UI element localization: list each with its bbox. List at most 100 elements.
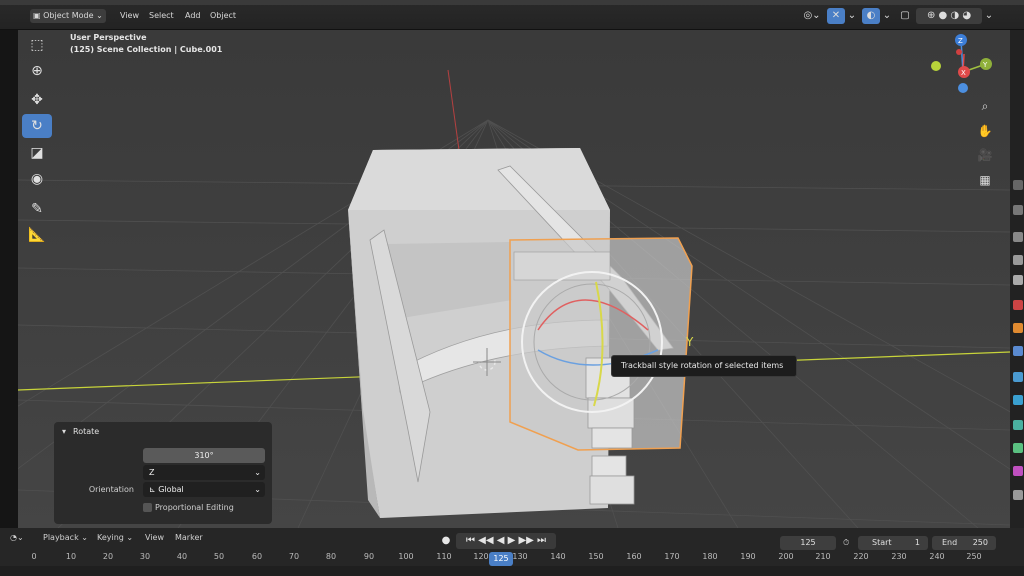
timeline-tick: 80 <box>325 552 337 561</box>
render-tab-icon[interactable] <box>1013 205 1023 215</box>
gizmo-x-label: X <box>961 69 966 77</box>
tooltip: Trackball style rotation of selected ite… <box>611 355 797 377</box>
transform-icon[interactable]: ◉ <box>22 167 52 191</box>
timeline-tick: 210 <box>815 552 831 561</box>
menu-view[interactable]: View <box>117 9 142 23</box>
texture-tab-icon[interactable] <box>1013 490 1023 500</box>
timeline-tick: 240 <box>929 552 945 561</box>
menu-add[interactable]: Add <box>182 9 204 23</box>
select-box-icon[interactable]: ⬚ <box>22 33 52 57</box>
annotate-icon[interactable]: ✎ <box>22 197 52 221</box>
output-tab-icon[interactable] <box>1013 232 1023 242</box>
view-layer-tab-icon[interactable] <box>1013 255 1023 265</box>
start-value: 1 <box>914 538 920 547</box>
orientation-value: Global <box>158 485 184 494</box>
timeline-menu-keying[interactable]: Keying ⌄ <box>97 531 133 545</box>
timeline-tick: 100 <box>398 552 414 561</box>
end-frame-field[interactable]: End 250 <box>932 536 996 550</box>
mode-selector[interactable]: ▣ Object Mode ⌄ <box>30 9 106 23</box>
start-label: Start <box>872 538 892 547</box>
panel-title[interactable]: Rotate <box>73 427 99 436</box>
visibility-icon[interactable]: ◎⌄ <box>800 8 824 24</box>
shading-modes-icon[interactable]: ⊕ ● ◑ ◕ <box>916 8 982 24</box>
timeline-tick: 190 <box>740 552 756 561</box>
chevron-down-icon: ⌄ <box>254 485 261 494</box>
gizmo-axis-y-label: Y <box>685 335 694 349</box>
mode-icon: ▣ <box>33 11 41 20</box>
timeline-tick: 110 <box>436 552 452 561</box>
timeline-tick: 200 <box>778 552 794 561</box>
timeline-tick: 170 <box>664 552 680 561</box>
stopwatch-icon[interactable]: ⏱ <box>843 536 849 550</box>
constraints-tab-icon[interactable] <box>1013 420 1023 430</box>
view-perspective-label: User Perspective <box>70 33 147 42</box>
chevron-down-icon[interactable]: ⌄ <box>881 8 893 24</box>
editor-type-icon[interactable]: ◔⌄ <box>10 531 24 545</box>
timeline-tick: 160 <box>626 552 642 561</box>
angle-field[interactable]: 310° <box>143 448 265 463</box>
material-tab-icon[interactable] <box>1013 466 1023 476</box>
timeline-tick: 0 <box>31 552 37 561</box>
blender-screen: ▣ Object Mode ⌄ View Select Add Object ◎… <box>0 0 1024 576</box>
tool-tab-icon[interactable] <box>1013 180 1023 190</box>
measure-icon[interactable]: 📐 <box>22 223 52 247</box>
timeline-tick: 40 <box>176 552 188 561</box>
end-value: 250 <box>972 538 988 547</box>
record-icon[interactable]: ● <box>438 533 454 549</box>
timeline-tick: 250 <box>966 552 982 561</box>
move-icon[interactable]: ✥ <box>22 88 52 112</box>
timeline-tick: 220 <box>853 552 869 561</box>
timeline-tick: 70 <box>288 552 300 561</box>
orientation-select[interactable]: ⊾ Global ⌄ <box>143 482 265 497</box>
chevron-down-icon[interactable]: ⌄ <box>846 8 858 24</box>
menu-object[interactable]: Object <box>207 9 239 23</box>
particles-tab-icon[interactable] <box>1013 372 1023 382</box>
modifier-tab-icon[interactable] <box>1013 346 1023 356</box>
rotate-icon[interactable]: ↻ <box>22 114 52 138</box>
viewport-header: ▣ Object Mode ⌄ View Select Add Object ◎… <box>0 0 1024 30</box>
cursor-icon[interactable]: ⊕ <box>22 59 52 83</box>
timeline-tick: 30 <box>139 552 151 561</box>
gizmo-toggle-icon[interactable]: ✕ <box>827 8 845 24</box>
mode-label: Object Mode <box>43 11 94 20</box>
proportional-label: Proportional Editing <box>155 503 234 512</box>
overlay-toggle-icon[interactable]: ◐ <box>862 8 880 24</box>
chevron-down-icon[interactable]: ⌄ <box>983 8 995 24</box>
menu-select[interactable]: Select <box>146 9 177 23</box>
camera-icon[interactable]: 🎥 <box>974 145 996 165</box>
timeline-scrollbar[interactable] <box>0 566 1024 576</box>
timeline-tick: 50 <box>213 552 225 561</box>
gizmo-y-label: Y <box>982 61 988 69</box>
data-tab-icon[interactable] <box>1013 443 1023 453</box>
timeline-menu-marker[interactable]: Marker <box>175 531 203 545</box>
proportional-checkbox[interactable] <box>143 503 152 512</box>
timeline-tick: 150 <box>588 552 604 561</box>
timeline-tick: 180 <box>702 552 718 561</box>
top-bar-strip <box>0 0 1024 5</box>
gizmo-z-label: Z <box>958 37 963 45</box>
physics-tab-icon[interactable] <box>1013 395 1023 405</box>
axis-value: Z <box>149 468 155 477</box>
world-tab-icon[interactable] <box>1013 300 1023 310</box>
chevron-down-icon: ⌄ <box>254 468 261 477</box>
perspective-grid-icon[interactable]: ▦ <box>974 170 996 190</box>
timeline-menu-playback[interactable]: Playback ⌄ <box>43 531 88 545</box>
current-frame-field[interactable]: 125 <box>780 536 836 550</box>
panel-expand-icon[interactable]: ▾ <box>62 427 66 436</box>
zoom-icon[interactable]: ⌕ <box>974 96 996 116</box>
timeline-tick: 20 <box>102 552 114 561</box>
global-orientation-icon: ⊾ <box>149 485 156 494</box>
start-frame-field[interactable]: Start 1 <box>858 536 928 550</box>
scale-icon[interactable]: ◪ <box>22 141 52 165</box>
scene-tab-icon[interactable] <box>1013 275 1023 285</box>
pan-hand-icon[interactable]: ✋ <box>974 121 996 141</box>
object-tab-icon[interactable] <box>1013 323 1023 333</box>
axis-select[interactable]: Z ⌄ <box>143 465 265 480</box>
operator-panel: ▾ Rotate Angle 310° Axis Z ⌄ Orientation… <box>54 422 272 524</box>
timeline-tick: 230 <box>891 552 907 561</box>
timeline-menu-view[interactable]: View <box>145 531 164 545</box>
collection-label: (125) Scene Collection | Cube.001 <box>70 45 223 54</box>
xray-icon[interactable]: ▢ <box>898 8 912 24</box>
playback-controls[interactable]: ⏮ ◀◀ ◀ ▶ ▶▶ ⏭ <box>456 533 556 549</box>
orientation-label: Orientation <box>88 485 134 494</box>
